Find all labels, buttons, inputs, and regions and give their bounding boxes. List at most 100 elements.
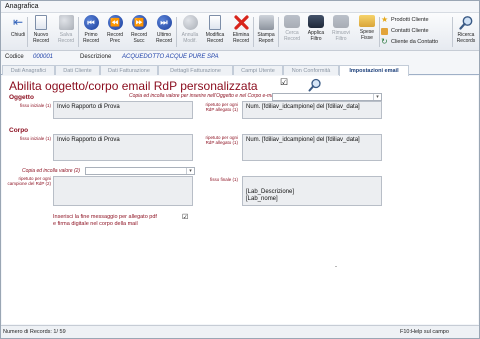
corpo-repeat-field[interactable]: Num. [fdiliav_idcampione] del [fdiliav_d… bbox=[242, 134, 382, 161]
next-record-icon: ⏩ bbox=[131, 15, 147, 30]
codice-value[interactable]: 000001 bbox=[33, 54, 53, 60]
tab-dati-cliente[interactable]: Dati Cliente bbox=[55, 65, 100, 75]
codice-label: Codice bbox=[5, 54, 24, 60]
end-message-label: Inserisci la fine messaggio per allegato… bbox=[53, 214, 157, 227]
delete-record-button[interactable]: Elimina Record bbox=[228, 15, 254, 49]
undo-changes-button[interactable]: Annulla Modif. bbox=[177, 15, 203, 49]
copy-paste-2-label: Copia ed incolla valore (2) bbox=[22, 168, 81, 174]
descrizione-value[interactable]: ACQUEDOTTO ACQUE PURE SPA bbox=[122, 54, 219, 60]
edit-record-label: Modifica Record bbox=[205, 32, 225, 44]
preview-search-icon[interactable] bbox=[308, 78, 322, 92]
final-line-1: [Lab_Descrizione] bbox=[246, 189, 295, 195]
search-records-button[interactable]: Ricerca Records bbox=[453, 15, 479, 49]
last-record-icon: ⏭ bbox=[156, 15, 172, 30]
final-fixed-field[interactable]: [Lab_Descrizione] [Lab_nome] bbox=[242, 176, 382, 206]
delete-x-icon bbox=[233, 15, 249, 30]
copy-paste-field-dropdown[interactable]: ▾ bbox=[272, 93, 382, 101]
apply-filter-label: Applica Filtro bbox=[307, 30, 325, 42]
oggetto-fixed-label: fisso iniziale (1) bbox=[19, 103, 51, 108]
oggetto-repeat-field[interactable]: Num. [fdiliav_idcampione] del [fdiliav_d… bbox=[242, 101, 382, 119]
copy-paste-note: Copia ed incolla valore per inserire nel… bbox=[129, 93, 284, 99]
previous-record-button[interactable]: ⏪ Record Prec bbox=[102, 15, 128, 49]
first-record-icon: ⏮ bbox=[83, 15, 99, 30]
customer-products-link[interactable]: ★ Prodotti Cliente bbox=[381, 15, 451, 26]
search-record-button[interactable]: Cerca Record bbox=[279, 15, 305, 49]
tab-impostazioni-email[interactable]: Impostazioni email bbox=[339, 65, 409, 76]
save-record-button[interactable]: Salva Record bbox=[53, 15, 79, 49]
corpo-section-title: Corpo bbox=[9, 127, 29, 134]
exit-arrow-icon: ⇤ bbox=[12, 15, 24, 29]
star-icon: ★ bbox=[381, 15, 389, 24]
customer-from-contact-label: Cliente da Contatto bbox=[391, 39, 439, 45]
status-bar: Numero di Records: 1/ 59 F10:Help sul ca… bbox=[1, 325, 479, 338]
tab-non-conformita[interactable]: Non Conformità bbox=[283, 65, 339, 75]
remove-filter-button[interactable]: Rimuovi Filtro bbox=[328, 15, 354, 49]
print-report-label: Stampa Report bbox=[257, 32, 275, 44]
first-record-button[interactable]: ⏮ Primo Record bbox=[78, 15, 104, 49]
field-help-hint: F10:Help sul campo bbox=[400, 329, 449, 335]
final-fixed-label: fisso finale (1) bbox=[209, 177, 238, 182]
copy-paste-2-dropdown[interactable]: ▾ bbox=[85, 167, 195, 175]
toolbar: ⇤ Chiudi Nuovo Record Salva Record ⏮ Primo… bbox=[1, 13, 479, 51]
sample-repeat-field[interactable] bbox=[53, 176, 193, 206]
search-icon bbox=[458, 15, 474, 30]
remove-filter-label: Rimuovi Filtro bbox=[331, 30, 351, 42]
email-settings-panel: Abilita oggetto/corpo email RdP personal… bbox=[2, 76, 478, 324]
next-record-label: Record Succ bbox=[130, 32, 148, 44]
corpo-repeat-label: ripetuto per ogni RdP allegato (1) bbox=[205, 135, 238, 145]
custom-email-heading: Abilita oggetto/corpo email RdP personal… bbox=[9, 79, 258, 93]
save-record-label: Salva Record bbox=[57, 32, 75, 44]
descrizione-label: Descrizione bbox=[80, 54, 112, 60]
tab-dati-fatturazione[interactable]: Dati Fatturazione bbox=[100, 65, 158, 75]
apply-filter-button[interactable]: Applica Filtro bbox=[303, 15, 329, 49]
tab-bar: Dati Anagrafici Dati Cliente Dati Fattur… bbox=[1, 65, 479, 76]
oggetto-fixed-field[interactable]: Invio Rapporto di Prova bbox=[53, 101, 193, 119]
customer-contacts-label: Contatti Cliente bbox=[391, 28, 429, 34]
edit-document-icon bbox=[209, 15, 221, 30]
customer-products-label: Prodotti Cliente bbox=[391, 17, 429, 23]
fixed-expenses-button[interactable]: Spese Fisse bbox=[354, 15, 380, 49]
record-count: Numero di Records: 1/ 59 bbox=[3, 329, 66, 335]
printer-icon bbox=[258, 15, 274, 30]
delete-record-label: Elimina Record bbox=[232, 32, 250, 44]
previous-record-icon: ⏪ bbox=[107, 15, 123, 30]
customer-contacts-link[interactable]: Contatti Cliente bbox=[381, 26, 451, 37]
previous-record-label: Record Prec bbox=[106, 32, 124, 44]
customer-from-contact-link[interactable]: ↻ Cliente da Contatto bbox=[381, 37, 451, 48]
tab-dettagli-fatturazione[interactable]: Dettagli Fatturazione bbox=[158, 65, 233, 75]
first-record-label: Primo Record bbox=[82, 32, 100, 44]
search-records-label: Ricerca Records bbox=[456, 32, 476, 44]
floppy-disk-icon bbox=[58, 15, 74, 30]
undo-icon bbox=[182, 15, 198, 30]
chevron-down-icon: ▾ bbox=[186, 168, 194, 174]
undo-changes-label: Annulla Modif. bbox=[181, 32, 199, 44]
tab-dati-anagrafici[interactable]: Dati Anagrafici bbox=[2, 65, 55, 75]
corpo-fixed-field[interactable]: Invio Rapporto di Prova bbox=[53, 134, 193, 161]
window-title: Anagrafica bbox=[5, 3, 39, 10]
last-record-button[interactable]: ⏭ Ultimo Record bbox=[151, 15, 177, 49]
last-record-label: Ultimo Record bbox=[155, 32, 173, 44]
refresh-icon: ↻ bbox=[381, 37, 388, 46]
binoculars-icon bbox=[284, 15, 300, 28]
corpo-fixed-label: fisso iniziale (1) bbox=[19, 136, 51, 141]
tab-campi-utente[interactable]: Campi Utente bbox=[233, 65, 283, 75]
new-record-label: Nuovo Record bbox=[32, 32, 50, 44]
new-record-button[interactable]: Nuovo Record bbox=[28, 15, 54, 49]
end-message-checkbox[interactable]: ☑ bbox=[182, 213, 188, 222]
folder-icon bbox=[359, 15, 375, 27]
binoculars-icon bbox=[308, 15, 324, 28]
window: Anagrafica ⇤ Chiudi Nuovo Record Salva Rec… bbox=[0, 0, 480, 339]
contacts-icon bbox=[381, 28, 388, 35]
customer-links: ★ Prodotti Cliente Contatti Cliente ↻ Cl… bbox=[381, 15, 451, 48]
binoculars-icon bbox=[333, 15, 349, 28]
title-bar: Anagrafica bbox=[1, 1, 479, 13]
sample-repeat-label: ripetuto per ogni campione del RdP (2) bbox=[7, 176, 51, 186]
next-record-button[interactable]: ⏩ Record Succ bbox=[126, 15, 152, 49]
custom-email-checkbox[interactable]: ☑ bbox=[280, 78, 288, 87]
fixed-expenses-label: Spese Fisse bbox=[359, 29, 375, 41]
print-report-button[interactable]: Stampa Report bbox=[253, 15, 279, 49]
final-line-2: [Lab_nome] bbox=[246, 196, 278, 202]
oggetto-section-title: Oggetto bbox=[9, 94, 34, 101]
record-header: Codice 000001 Descrizione ACQUEDOTTO ACQ… bbox=[1, 52, 479, 64]
edit-record-button[interactable]: Modifica Record bbox=[202, 15, 228, 49]
